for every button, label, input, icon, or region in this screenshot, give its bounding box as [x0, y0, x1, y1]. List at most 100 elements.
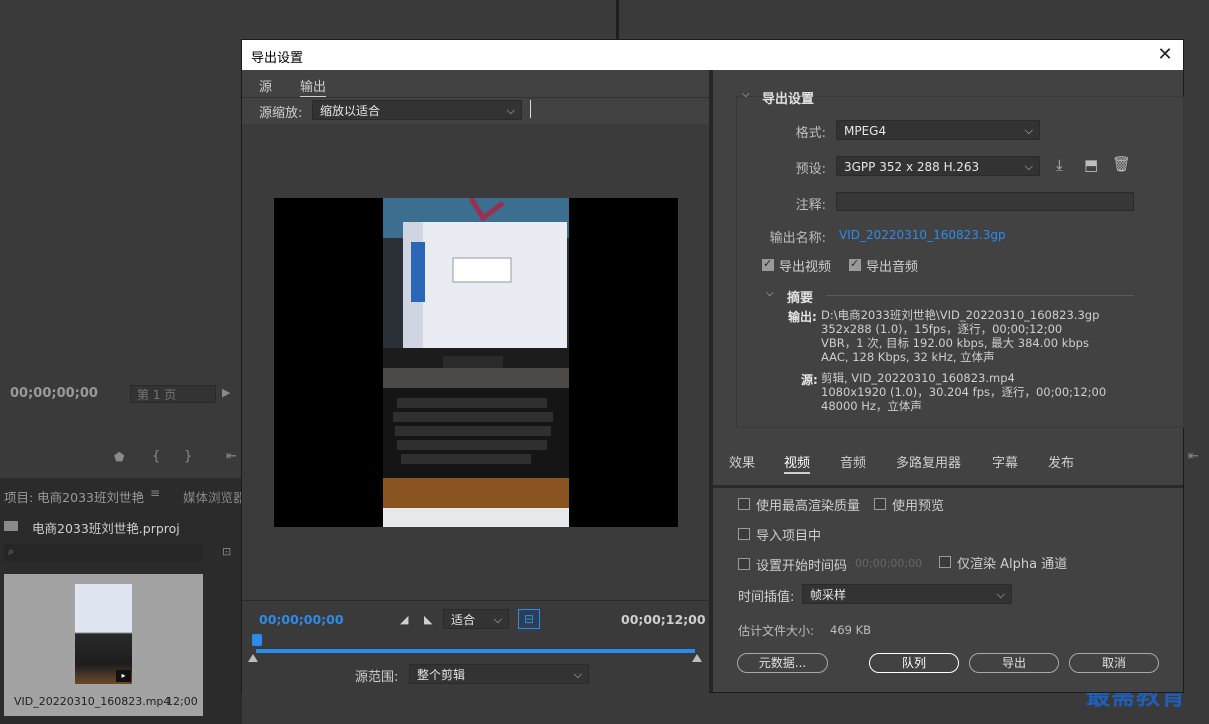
- in-marker-icon[interactable]: [248, 654, 258, 662]
- dialog-title: 导出设置: [251, 51, 304, 66]
- clip-name: VID_20220310_160823.mp4: [14, 695, 171, 708]
- bg-goto-in-icon[interactable]: ⇤: [226, 449, 237, 464]
- bg-play-icon[interactable]: ▶: [222, 386, 230, 399]
- export-audio-checkbox[interactable]: [849, 257, 861, 271]
- export-video-label[interactable]: 导出视频: [779, 256, 831, 275]
- bg-page-select[interactable]: 第 1 页: [130, 385, 216, 403]
- delete-preset-icon[interactable]: 🗑: [1112, 155, 1131, 173]
- bg-right-icon[interactable]: ⇤: [1188, 449, 1199, 464]
- max-render-quality-label[interactable]: 使用最高渲染质量: [756, 495, 860, 514]
- out-marker-icon[interactable]: [692, 654, 702, 662]
- start-timecode-value: 00;00;00;00: [855, 557, 923, 570]
- time-interpolation-label: 时间插值:: [738, 590, 795, 605]
- max-render-quality-checkbox[interactable]: [738, 498, 750, 510]
- video-preview: [274, 198, 678, 527]
- import-preset-icon[interactable]: ⬒: [1084, 156, 1098, 174]
- project-panel-title[interactable]: 项目: 电商2033班刘世艳: [4, 487, 144, 506]
- tab-multiplexer[interactable]: 多路复用器: [896, 452, 961, 471]
- output-name-link[interactable]: VID_20220310_160823.3gp: [839, 228, 1006, 242]
- bg-in-icon[interactable]: {: [152, 449, 160, 464]
- source-range-label: 源范围:: [355, 670, 399, 685]
- save-preset-icon[interactable]: ⤓: [1056, 156, 1063, 174]
- crop-tool-divider: [530, 100, 531, 118]
- set-out-point-icon[interactable]: ◣: [424, 613, 432, 626]
- render-alpha-only-checkbox[interactable]: [939, 556, 951, 568]
- format-label: 格式:: [795, 126, 826, 141]
- left-toolbar-divider: [242, 97, 709, 98]
- fit-zoom-select[interactable]: 适合 ⌵: [443, 609, 509, 629]
- source-range-select[interactable]: 整个剪辑 ⌵: [409, 664, 589, 684]
- tabs-divider: [713, 485, 1183, 488]
- current-timecode[interactable]: 00;00;00;00: [259, 612, 344, 627]
- chevron-down-icon: ⌵: [1024, 124, 1033, 137]
- export-button[interactable]: 导出: [969, 653, 1059, 673]
- collapse-chevron-icon[interactable]: ⌵: [742, 89, 750, 100]
- summary-source-label: 源:: [801, 373, 818, 387]
- video-clip-icon: ▸: [116, 670, 131, 682]
- export-video-checkbox[interactable]: [762, 257, 774, 271]
- tab-video[interactable]: 视频: [784, 452, 811, 474]
- clip-duration: 12;00: [166, 695, 198, 708]
- time-interpolation-select[interactable]: 帧采样 ⌵: [802, 584, 1012, 604]
- project-search-input[interactable]: [4, 544, 202, 562]
- project-panel-menu-icon[interactable]: ≡: [150, 486, 160, 500]
- search-icon: ⌕: [8, 545, 15, 558]
- output-name-label: 输出名称:: [769, 231, 826, 246]
- close-icon[interactable]: ✕: [1153, 43, 1177, 67]
- chevron-down-icon: ⌵: [573, 668, 582, 681]
- export-audio-label[interactable]: 导出音频: [866, 256, 918, 275]
- tab-output[interactable]: 输出: [300, 76, 327, 98]
- new-bin-icon[interactable]: ⊡: [222, 545, 231, 558]
- summary-chevron-icon[interactable]: ⌵: [766, 288, 774, 299]
- summary-output-details: D:\电商2033班刘世艳\VID_20220310_160823.3gp 35…: [821, 308, 1100, 364]
- import-into-project-label[interactable]: 导入项目中: [756, 525, 821, 544]
- render-alpha-only-label[interactable]: 仅渲染 Alpha 通道: [957, 553, 1067, 572]
- bg-timecode: 00;00;00;00: [10, 386, 98, 401]
- metadata-button[interactable]: 元数据...: [737, 653, 828, 673]
- source-scaling-select[interactable]: 缩放以适合 ⌵: [312, 100, 522, 120]
- summary-divider: [826, 295, 1134, 296]
- set-in-point-icon[interactable]: ◢: [400, 613, 408, 626]
- chevron-down-icon: ⌵: [506, 104, 515, 117]
- format-select[interactable]: MPEG4 ⌵: [836, 120, 1040, 140]
- tab-effects[interactable]: 效果: [729, 452, 755, 471]
- comment-input[interactable]: [836, 192, 1134, 211]
- queue-button[interactable]: 队列: [869, 653, 959, 673]
- summary-title: 摘要: [787, 291, 814, 306]
- bg-divider-vertical: [616, 0, 619, 40]
- end-timecode: 00;00;12;00: [621, 612, 706, 627]
- summary-output-label: 输出:: [788, 310, 817, 324]
- bg-marker-icon[interactable]: ⬟: [114, 450, 124, 464]
- import-into-project-checkbox[interactable]: [738, 528, 750, 540]
- dialog-titlebar: 导出设置 ✕: [242, 40, 1183, 70]
- media-browser-tab[interactable]: 媒体浏览器: [183, 487, 246, 506]
- chevron-down-icon: ⌵: [1024, 160, 1033, 173]
- tab-source[interactable]: 源: [259, 76, 272, 95]
- bg-out-icon[interactable]: }: [184, 449, 192, 464]
- aspect-correction-icon[interactable]: ⊟: [518, 609, 540, 629]
- chevron-down-icon: ⌵: [493, 613, 502, 626]
- preset-label: 预设:: [795, 162, 826, 177]
- folder-icon: [4, 521, 18, 531]
- chevron-down-icon: ⌵: [996, 588, 1005, 601]
- estimated-size-label: 估计文件大小:: [738, 624, 815, 638]
- estimated-size-value: 469 KB: [830, 623, 872, 637]
- summary-source-details: 剪辑, VID_20220310_160823.mp4 1080x1920 (1…: [821, 371, 1107, 413]
- tab-publish[interactable]: 发布: [1048, 452, 1074, 471]
- use-previews-label[interactable]: 使用预览: [892, 495, 944, 514]
- preset-select[interactable]: 3GPP 352 x 288 H.263 ⌵: [836, 156, 1040, 176]
- clip-thumbnail: [75, 584, 132, 684]
- tab-captions[interactable]: 字幕: [992, 452, 1018, 471]
- set-start-timecode-checkbox[interactable]: [738, 558, 750, 570]
- cancel-button[interactable]: 取消: [1069, 653, 1159, 673]
- project-file-name: 电商2033班刘世艳.prproj: [32, 521, 180, 536]
- use-previews-checkbox[interactable]: [874, 498, 886, 510]
- playhead-icon[interactable]: [252, 634, 262, 646]
- set-start-timecode-label[interactable]: 设置开始时间码: [756, 555, 847, 574]
- export-settings-dialog: 导出设置 ✕ 源 输出 源缩放: 缩放以适合 ⌵ 00;00;00;00 ◢ ◣…: [242, 40, 1184, 693]
- timeline-track[interactable]: [256, 649, 695, 653]
- comment-label: 注释:: [795, 198, 826, 213]
- export-settings-title: 导出设置: [762, 92, 815, 107]
- source-scaling-label: 源缩放:: [259, 106, 303, 121]
- tab-audio[interactable]: 音频: [840, 452, 866, 471]
